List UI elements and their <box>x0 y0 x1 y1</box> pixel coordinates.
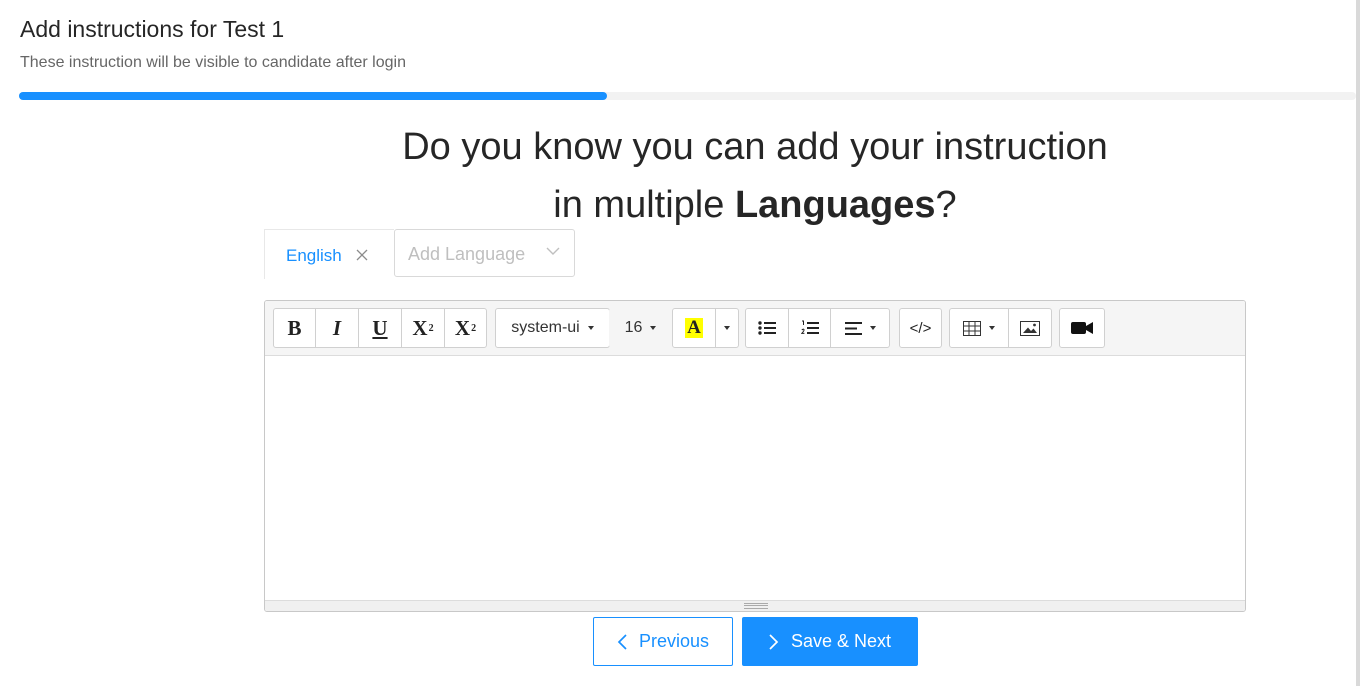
highlight-letter: A <box>685 317 703 338</box>
editor-resize-bar[interactable] <box>265 600 1245 611</box>
close-icon[interactable] <box>356 245 368 265</box>
previous-button-label: Previous <box>638 631 710 651</box>
highlight-color-button[interactable]: A <box>672 308 716 348</box>
chevron-right-icon <box>769 633 779 650</box>
ordered-list-button[interactable] <box>788 308 831 348</box>
italic-button[interactable]: I <box>315 308 359 348</box>
language-headline: Do you know you can add your instruction… <box>0 118 1360 234</box>
bullet-list-icon <box>758 321 776 335</box>
video-group <box>1059 308 1105 348</box>
bold-button[interactable]: B <box>273 308 316 348</box>
code-view-glyph: </> <box>909 319 932 337</box>
progress-bar <box>19 92 1356 100</box>
page-header: Add instructions for Test 1 These instru… <box>20 16 406 71</box>
subscript-glyph: X <box>454 315 471 340</box>
table-icon <box>963 320 981 336</box>
align-dropdown[interactable] <box>830 308 890 348</box>
previous-button[interactable]: Previous <box>593 617 733 666</box>
table-dropdown[interactable] <box>949 308 1009 348</box>
headline-prefix: in multiple <box>553 184 735 226</box>
tab-english-label: English <box>286 246 342 265</box>
headline-bold-word: Languages <box>734 184 936 226</box>
font-size-dropdown[interactable]: 16 <box>609 308 672 348</box>
editor-content-area[interactable] <box>265 356 1245 600</box>
subscript-button[interactable]: X2 <box>444 308 487 348</box>
numbered-list-icon <box>800 320 819 334</box>
right-scrollbar-edge <box>1356 0 1360 686</box>
chevron-down-icon <box>546 244 560 263</box>
add-language-select[interactable]: Add Language <box>394 229 575 277</box>
caret-down-icon <box>989 326 995 330</box>
progress-bar-fill <box>19 92 608 100</box>
headline-suffix: ? <box>935 184 957 226</box>
add-language-placeholder: Add Language <box>408 244 526 264</box>
code-view-button[interactable]: </> <box>899 308 942 348</box>
caret-down-icon <box>869 326 876 330</box>
font-size-group: 16 <box>609 308 672 348</box>
insert-video-button[interactable] <box>1059 308 1105 348</box>
caret-down-icon <box>724 326 730 330</box>
resize-handle-icon <box>744 603 768 609</box>
insert-button-group <box>949 308 1052 348</box>
superscript-button[interactable]: X2 <box>401 308 445 348</box>
font-family-value: system-ui <box>511 319 580 336</box>
tab-english[interactable]: English <box>264 229 394 279</box>
image-icon <box>1020 320 1040 336</box>
font-family-dropdown[interactable]: system-ui <box>495 308 610 348</box>
save-next-button[interactable]: Save & Next <box>742 617 918 666</box>
chevron-left-icon <box>617 633 627 650</box>
align-left-icon <box>844 321 862 335</box>
caret-down-icon <box>650 326 657 330</box>
caret-down-icon <box>587 326 594 330</box>
underline-button[interactable]: U <box>358 308 402 348</box>
superscript-glyph: X <box>412 315 428 340</box>
font-size-value: 16 <box>624 319 643 336</box>
save-next-button-label: Save & Next <box>790 631 892 651</box>
font-family-group: system-ui <box>495 308 610 348</box>
format-button-group: B I U X2 X2 <box>273 308 487 348</box>
headline-line-2: in multiple Languages? <box>0 176 1360 234</box>
page-title: Add instructions for Test 1 <box>20 16 285 42</box>
subscript-mark: 2 <box>471 322 477 334</box>
highlight-group: A <box>672 308 739 348</box>
unordered-list-button[interactable] <box>745 308 789 348</box>
code-view-group: </> <box>899 308 942 348</box>
editor-toolbar: B I U X2 X2 system-ui 16 A </> <box>265 301 1245 356</box>
rich-text-editor: B I U X2 X2 system-ui 16 A </> <box>264 300 1246 612</box>
superscript-mark: 2 <box>428 322 434 334</box>
highlight-color-dropdown[interactable] <box>715 308 739 348</box>
headline-line-1: Do you know you can add your instruction <box>402 126 1108 168</box>
page-subtitle: These instruction will be visible to can… <box>20 54 406 71</box>
list-button-group <box>745 308 890 348</box>
video-camera-icon <box>1071 322 1093 334</box>
insert-image-button[interactable] <box>1008 308 1052 348</box>
